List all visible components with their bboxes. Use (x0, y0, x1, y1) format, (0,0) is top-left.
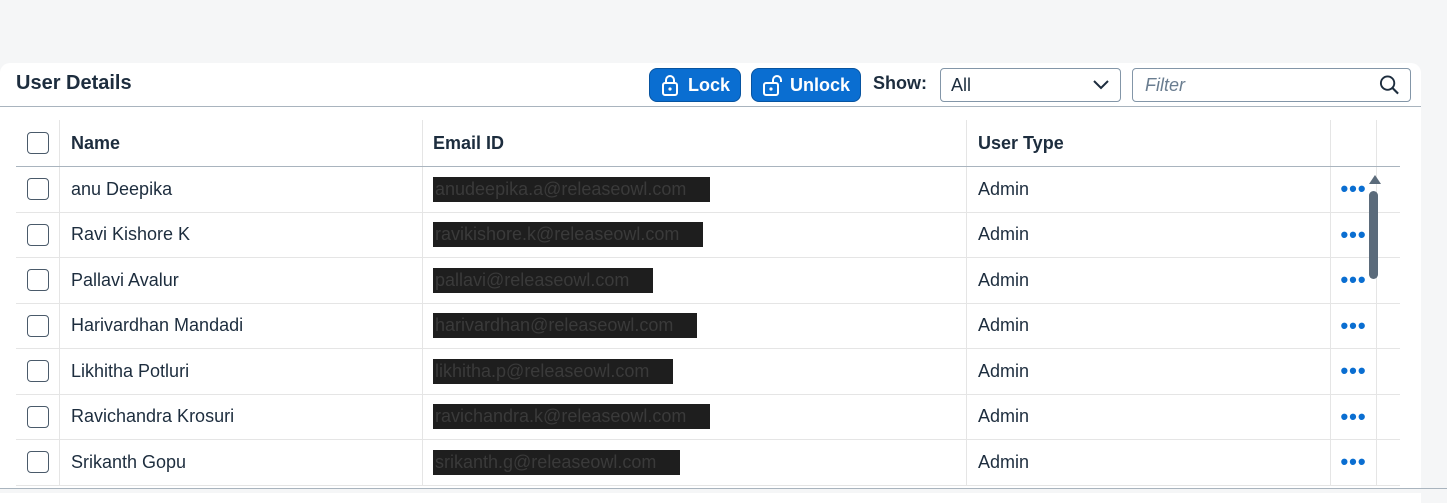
user-details-panel: User Details Lock Unlock Show: All Filte… (0, 63, 1421, 503)
row-checkbox[interactable] (26, 223, 49, 246)
more-horizontal-icon[interactable]: ••• (1340, 360, 1366, 382)
row-checkbox[interactable] (26, 314, 49, 337)
user-type: Admin (967, 167, 1331, 212)
row-checkbox[interactable] (26, 360, 49, 383)
show-select[interactable]: All (940, 68, 1121, 102)
page-title: User Details (16, 72, 132, 94)
user-email: srikanth.g@releaseowl.com (433, 449, 681, 475)
table-row[interactable]: Ravichandra Krosuri ravichandra.k@releas… (16, 394, 1400, 440)
user-email: harivardhan@releaseowl.com (433, 313, 698, 339)
search-icon[interactable] (1379, 74, 1400, 96)
more-horizontal-icon[interactable]: ••• (1340, 451, 1366, 473)
column-header-user-type[interactable]: User Type (967, 120, 1331, 166)
lock-icon (661, 75, 678, 96)
user-name: Ravichandra Krosuri (60, 394, 423, 439)
user-type: Admin (967, 394, 1331, 439)
filter-input[interactable] (1145, 74, 1379, 96)
show-select-value: All (951, 74, 972, 95)
filter-field[interactable] (1132, 68, 1411, 102)
column-header-email[interactable]: Email ID (423, 120, 967, 166)
table-scrollbar[interactable] (1366, 169, 1384, 499)
scroll-thumb[interactable] (1369, 191, 1378, 279)
lock-button-label: Lock (687, 74, 730, 95)
user-table: Name Email ID User Type anu Deepika anud… (16, 120, 1400, 486)
table-row[interactable]: Harivardhan Mandadi harivardhan@releaseo… (16, 303, 1400, 349)
user-name: Srikanth Gopu (60, 440, 423, 485)
scroll-up-icon[interactable] (1369, 175, 1381, 184)
user-type: Admin (967, 349, 1331, 394)
user-name: Harivardhan Mandadi (60, 303, 423, 348)
user-name: Likhitha Potluri (60, 349, 423, 394)
user-name: Pallavi Avalur (60, 258, 423, 303)
user-email: anudeepika.a@releaseowl.com (433, 176, 711, 202)
toolbar: User Details Lock Unlock Show: All (0, 63, 1421, 107)
chevron-down-icon (1093, 80, 1109, 90)
unlock-button[interactable]: Unlock (751, 68, 861, 102)
row-checkbox[interactable] (26, 405, 49, 428)
select-all-checkbox[interactable] (26, 132, 49, 154)
row-checkbox[interactable] (26, 451, 49, 474)
user-type: Admin (967, 258, 1331, 303)
more-horizontal-icon[interactable]: ••• (1340, 405, 1366, 428)
unlock-button-label: Unlock (789, 74, 850, 95)
table-header: Name Email ID User Type (16, 120, 1400, 167)
more-horizontal-icon[interactable]: ••• (1340, 178, 1366, 200)
more-horizontal-icon[interactable]: ••• (1340, 223, 1366, 246)
column-header-name[interactable]: Name (60, 120, 423, 166)
user-email: ravichandra.k@releaseowl.com (433, 404, 711, 430)
user-name: anu Deepika (60, 167, 423, 212)
user-email: likhitha.p@releaseowl.com (433, 358, 674, 384)
table-row[interactable]: Ravi Kishore K ravikishore.k@releaseowl.… (16, 212, 1400, 258)
user-email: pallavi@releaseowl.com (433, 267, 654, 293)
unlock-icon (762, 75, 782, 96)
lock-button[interactable]: Lock (649, 68, 741, 102)
user-type: Admin (967, 440, 1331, 485)
table-row[interactable]: anu Deepika anudeepika.a@releaseowl.com … (16, 167, 1400, 213)
row-checkbox[interactable] (26, 269, 49, 292)
more-horizontal-icon[interactable]: ••• (1340, 314, 1366, 337)
table-row[interactable]: Pallavi Avalur pallavi@releaseowl.com Ad… (16, 258, 1400, 304)
bottom-divider (0, 488, 1447, 493)
show-label: Show: (873, 73, 927, 93)
user-type: Admin (967, 212, 1331, 257)
row-checkbox[interactable] (26, 178, 49, 201)
table-row[interactable]: Likhitha Potluri likhitha.p@releaseowl.c… (16, 349, 1400, 395)
more-horizontal-icon[interactable]: ••• (1340, 269, 1366, 291)
table-row[interactable]: Srikanth Gopu srikanth.g@releaseowl.com … (16, 440, 1400, 486)
user-name: Ravi Kishore K (60, 212, 423, 257)
user-email: ravikishore.k@releaseowl.com (433, 222, 704, 248)
user-type: Admin (967, 303, 1331, 348)
